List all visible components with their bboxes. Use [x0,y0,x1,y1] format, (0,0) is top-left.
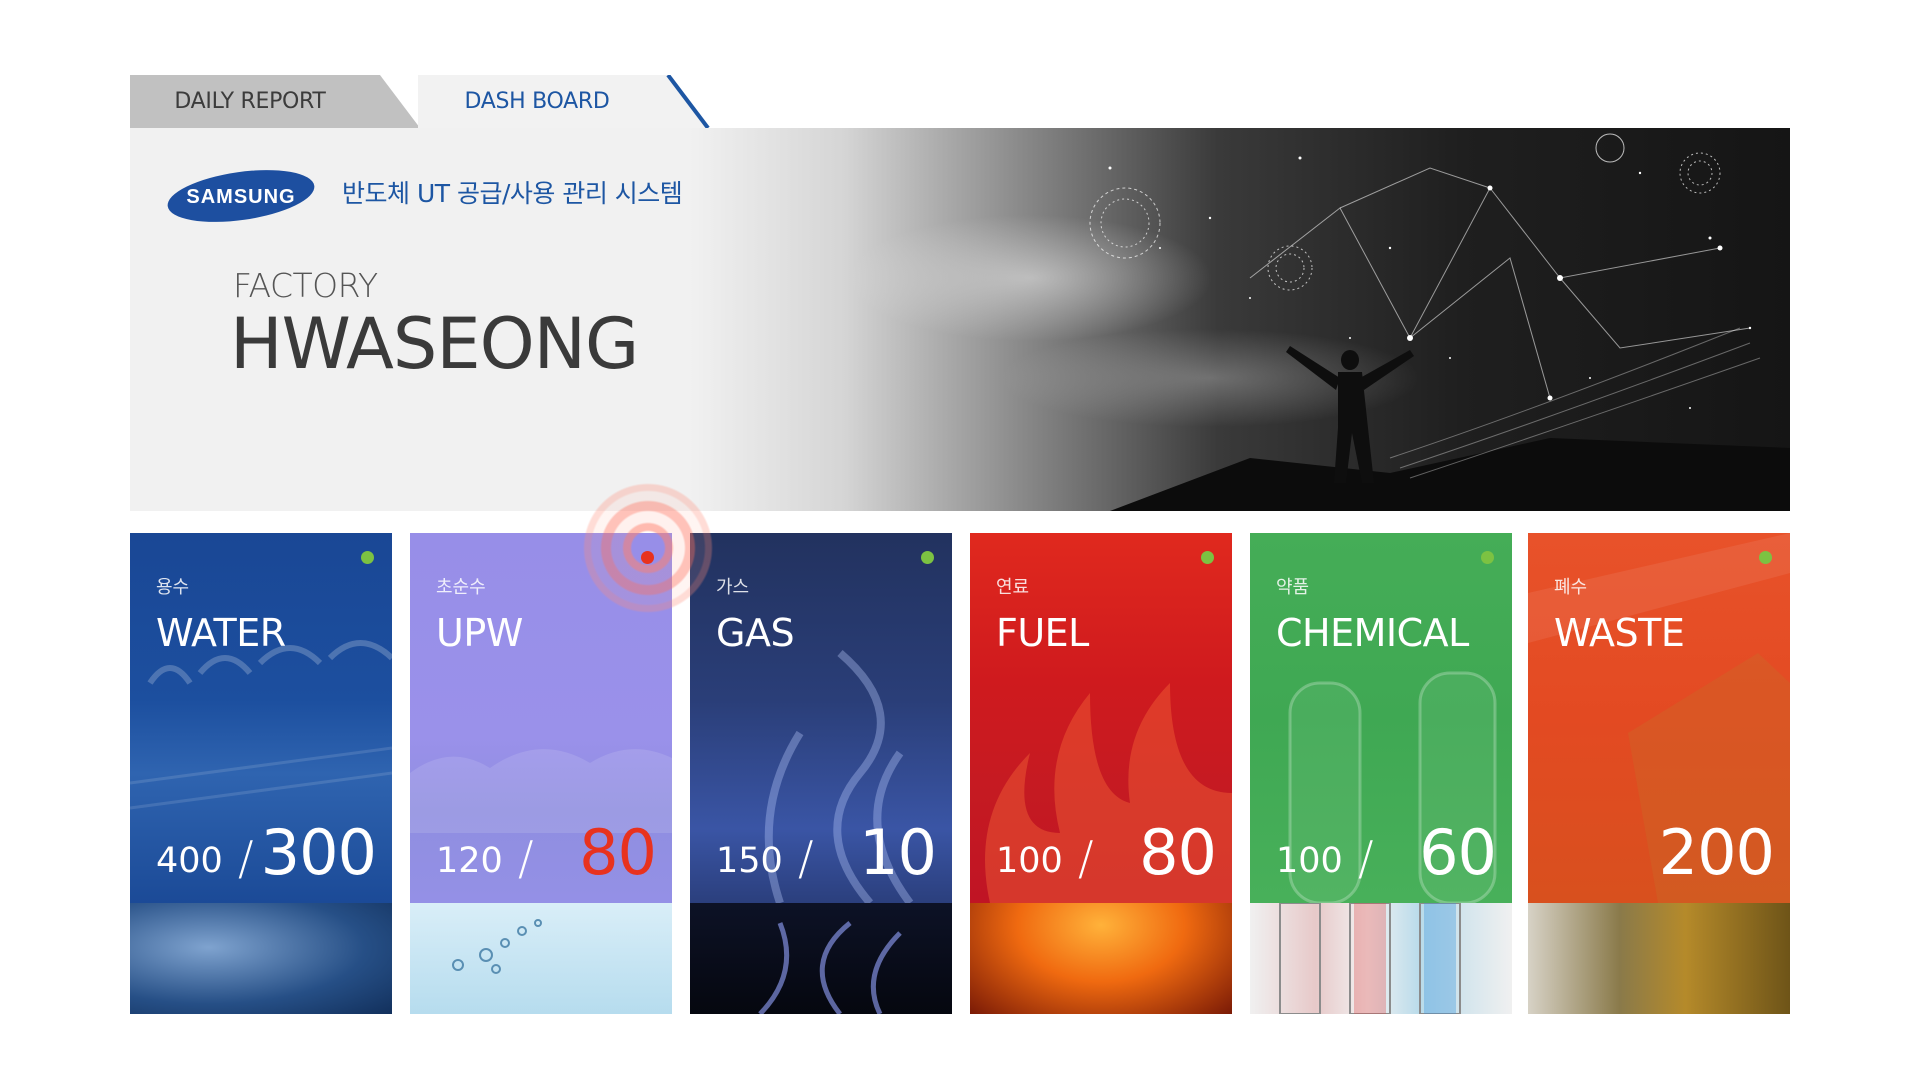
header-banner: SAMSUNG 반도체 UT 공급/사용 관리 시스템 FACTORY HWAS… [130,128,1790,511]
card-gas[interactable]: 가스 GAS 150 / 10 [690,533,952,1014]
waste-values: 200 [1554,816,1775,893]
gas-value-2: 10 [859,816,937,889]
tab-daily-report[interactable]: DAILY REPORT [130,75,420,128]
fuel-label-en: FUEL [996,611,1089,655]
factory-label: FACTORY [233,266,378,305]
samsung-logo-text: SAMSUNG [186,186,295,208]
upw-label-kr: 초순수 [436,577,486,598]
water-value-1: 400 [156,841,223,881]
card-upw-panel: 초순수 UPW 120 / 80 [410,533,672,903]
card-water-panel: 용수 WATER 400 / 300 [130,533,392,903]
upw-label-en: UPW [436,611,523,655]
gas-status-dot [921,551,934,564]
upw-slash: / [518,831,534,885]
chemical-status-dot [1481,551,1494,564]
water-label-en: WATER [156,611,286,655]
bubbles-illustration [452,919,542,974]
card-water[interactable]: 용수 WATER 400 / 300 [130,533,392,1014]
chemical-label-kr: 약품 [1276,577,1310,598]
waste-status-dot [1759,551,1772,564]
chemical-label-en: CHEMICAL [1276,611,1469,655]
gas-slash: / [798,831,814,885]
card-fuel[interactable]: 연료 FUEL 100 / 80 [970,533,1232,1014]
chemical-slash: / [1358,831,1374,885]
water-slash: / [238,831,254,885]
card-chemical[interactable]: 약품 CHEMICAL 100 / 60 [1250,533,1512,1014]
fuel-values: 100 / 80 [996,816,1217,893]
tab-daily-report-label: DAILY REPORT [174,89,326,114]
card-gas-panel: 가스 GAS 150 / 10 [690,533,952,903]
chemical-photo [1250,903,1512,1014]
samsung-logo-shape: SAMSUNG [167,170,315,222]
smoke-illustration [758,921,902,1014]
fuel-value-2: 80 [1139,816,1217,889]
upw-values: 120 / 80 [436,816,657,893]
water-label-kr: 용수 [156,577,190,598]
constellation-illustration [1089,133,1790,511]
water-values: 400 / 300 [156,816,377,893]
upw-photo [410,903,672,1014]
chemical-values: 100 / 60 [1276,816,1497,893]
chemical-value-2: 60 [1419,816,1497,889]
gas-values: 150 / 10 [716,816,937,893]
factory-name: HWASEONG [230,303,639,385]
water-photo [130,903,392,1014]
utility-cards: 용수 WATER 400 / 300 초순수 UPW 120 / 80 가스 G… [130,533,1790,1014]
gas-photo [690,903,952,1014]
waste-label-kr: 폐수 [1554,577,1588,598]
waste-photo [1528,903,1790,1014]
water-value-2: 300 [260,816,377,889]
card-fuel-panel: 연료 FUEL 100 / 80 [970,533,1232,903]
waste-value: 200 [1658,816,1775,889]
card-upw[interactable]: 초순수 UPW 120 / 80 [410,533,672,1014]
fuel-label-kr: 연료 [996,577,1030,598]
card-chemical-panel: 약품 CHEMICAL 100 / 60 [1250,533,1512,903]
tab-dash-board[interactable]: DASH BOARD [418,75,708,128]
samsung-logo: SAMSUNG [166,166,316,226]
fuel-slash: / [1078,831,1094,885]
waste-label-en: WASTE [1554,611,1685,655]
system-title: 반도체 UT 공급/사용 관리 시스템 [342,179,683,208]
test-tubes-illustration [1279,903,1461,1014]
tab-dash-board-label: DASH BOARD [464,89,610,114]
card-waste-panel: 폐수 WASTE 200 [1528,533,1790,903]
upw-value-1: 120 [436,841,503,881]
water-status-dot [361,551,374,564]
gas-label-en: GAS [716,611,795,655]
chemical-value-1: 100 [1276,841,1343,881]
tab-bar: DAILY REPORT DASH BOARD [130,75,710,128]
fuel-photo [970,903,1232,1014]
fuel-status-dot [1201,551,1214,564]
upw-value-2: 80 [579,816,657,889]
upw-status-dot [641,551,654,564]
gas-label-kr: 가스 [716,577,750,598]
card-waste[interactable]: 폐수 WASTE 200 [1528,533,1790,1014]
gas-value-1: 150 [716,841,783,881]
fuel-value-1: 100 [996,841,1063,881]
